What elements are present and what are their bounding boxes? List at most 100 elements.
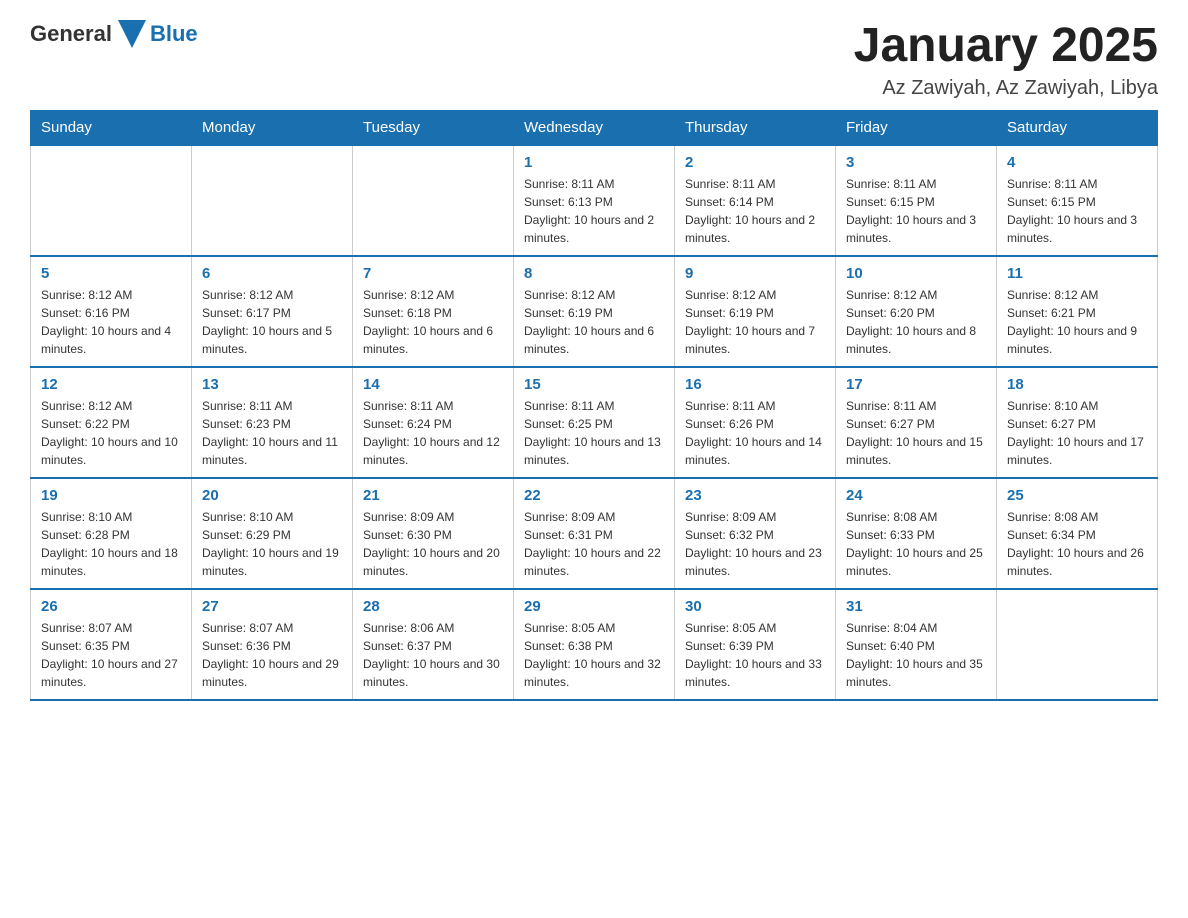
day-info: Sunrise: 8:11 AMSunset: 6:15 PMDaylight:… — [1007, 175, 1147, 247]
calendar-day-header: Thursday — [675, 110, 836, 145]
day-info: Sunrise: 8:10 AMSunset: 6:27 PMDaylight:… — [1007, 397, 1147, 469]
calendar-cell: 30 Sunrise: 8:05 AMSunset: 6:39 PMDayligh… — [675, 589, 836, 700]
day-info: Sunrise: 8:05 AMSunset: 6:38 PMDaylight:… — [524, 619, 664, 691]
day-number: 1 — [524, 154, 664, 171]
calendar-cell: 13Sunrise: 8:11 AMSunset: 6:23 PMDayligh… — [192, 367, 353, 478]
calendar-cell: 6 Sunrise: 8:12 AMSunset: 6:17 PMDaylight… — [192, 256, 353, 367]
calendar-week-row: 26 Sunrise: 8:07 AMSunset: 6:35 PMDayligh… — [31, 589, 1158, 700]
day-number: 26 — [41, 598, 181, 615]
calendar-week-row: 1 Sunrise: 8:11 AMSunset: 6:13 PMDaylight… — [31, 145, 1158, 256]
calendar-cell: 27 Sunrise: 8:07 AMSunset: 6:36 PMDayligh… — [192, 589, 353, 700]
calendar-cell — [192, 145, 353, 256]
day-number: 24 — [846, 487, 986, 504]
day-number: 10 — [846, 265, 986, 282]
day-info: Sunrise: 8:09 AMSunset: 6:30 PMDaylight:… — [363, 508, 503, 580]
day-info: Sunrise: 8:08 AMSunset: 6:34 PMDaylight:… — [1007, 508, 1147, 580]
page-header: General Blue January 2025 Az Zawiyah, Az… — [30, 20, 1158, 100]
calendar-cell: 17 Sunrise: 8:11 AMSunset: 6:27 PMDayligh… — [836, 367, 997, 478]
day-info: Sunrise: 8:05 AMSunset: 6:39 PMDaylight:… — [685, 619, 825, 691]
calendar-week-row: 5Sunrise: 8:12 AMSunset: 6:16 PMDaylight… — [31, 256, 1158, 367]
calendar-cell: 10 Sunrise: 8:12 AMSunset: 6:20 PMDayligh… — [836, 256, 997, 367]
day-number: 14 — [363, 376, 503, 393]
calendar-cell: 20Sunrise: 8:10 AMSunset: 6:29 PMDayligh… — [192, 478, 353, 589]
calendar-week-row: 19 Sunrise: 8:10 AMSunset: 6:28 PMDayligh… — [31, 478, 1158, 589]
day-info: Sunrise: 8:11 AMSunset: 6:15 PMDaylight:… — [846, 175, 986, 247]
day-number: 28 — [363, 598, 503, 615]
calendar-day-header: Tuesday — [353, 110, 514, 145]
calendar-cell: 7Sunrise: 8:12 AMSunset: 6:18 PMDaylight… — [353, 256, 514, 367]
day-info: Sunrise: 8:12 AMSunset: 6:22 PMDaylight:… — [41, 397, 181, 469]
day-info: Sunrise: 8:10 AMSunset: 6:28 PMDaylight:… — [41, 508, 181, 580]
calendar-cell — [31, 145, 192, 256]
location-title: Az Zawiyah, Az Zawiyah, Libya — [854, 77, 1158, 100]
day-info: Sunrise: 8:04 AMSunset: 6:40 PMDaylight:… — [846, 619, 986, 691]
day-info: Sunrise: 8:11 AMSunset: 6:14 PMDaylight:… — [685, 175, 825, 247]
calendar-cell: 14 Sunrise: 8:11 AMSunset: 6:24 PMDayligh… — [353, 367, 514, 478]
calendar-cell: 28 Sunrise: 8:06 AMSunset: 6:37 PMDayligh… — [353, 589, 514, 700]
calendar-cell: 29 Sunrise: 8:05 AMSunset: 6:38 PMDayligh… — [514, 589, 675, 700]
day-number: 16 — [685, 376, 825, 393]
day-number: 27 — [202, 598, 342, 615]
day-info: Sunrise: 8:12 AMSunset: 6:20 PMDaylight:… — [846, 286, 986, 358]
calendar-cell: 31 Sunrise: 8:04 AMSunset: 6:40 PMDayligh… — [836, 589, 997, 700]
calendar-cell — [353, 145, 514, 256]
title-section: January 2025 Az Zawiyah, Az Zawiyah, Lib… — [854, 20, 1158, 100]
day-number: 31 — [846, 598, 986, 615]
calendar-cell: 25 Sunrise: 8:08 AMSunset: 6:34 PMDayligh… — [997, 478, 1158, 589]
day-number: 25 — [1007, 487, 1147, 504]
day-info: Sunrise: 8:06 AMSunset: 6:37 PMDaylight:… — [363, 619, 503, 691]
day-number: 22 — [524, 487, 664, 504]
day-number: 23 — [685, 487, 825, 504]
day-info: Sunrise: 8:12 AMSunset: 6:19 PMDaylight:… — [524, 286, 664, 358]
day-info: Sunrise: 8:11 AMSunset: 6:13 PMDaylight:… — [524, 175, 664, 247]
day-number: 29 — [524, 598, 664, 615]
day-info: Sunrise: 8:09 AMSunset: 6:31 PMDaylight:… — [524, 508, 664, 580]
day-number: 4 — [1007, 154, 1147, 171]
day-number: 17 — [846, 376, 986, 393]
logo: General Blue — [30, 20, 198, 48]
day-info: Sunrise: 8:10 AMSunset: 6:29 PMDaylight:… — [202, 508, 342, 580]
day-info: Sunrise: 8:11 AMSunset: 6:24 PMDaylight:… — [363, 397, 503, 469]
day-number: 15 — [524, 376, 664, 393]
day-number: 19 — [41, 487, 181, 504]
calendar-cell: 3 Sunrise: 8:11 AMSunset: 6:15 PMDaylight… — [836, 145, 997, 256]
calendar-table: SundayMondayTuesdayWednesdayThursdayFrid… — [30, 110, 1158, 701]
day-number: 12 — [41, 376, 181, 393]
calendar-cell: 5Sunrise: 8:12 AMSunset: 6:16 PMDaylight… — [31, 256, 192, 367]
calendar-cell: 15 Sunrise: 8:11 AMSunset: 6:25 PMDayligh… — [514, 367, 675, 478]
logo-blue: Blue — [150, 21, 198, 47]
day-number: 13 — [202, 376, 342, 393]
day-number: 2 — [685, 154, 825, 171]
day-number: 18 — [1007, 376, 1147, 393]
calendar-cell: 1 Sunrise: 8:11 AMSunset: 6:13 PMDaylight… — [514, 145, 675, 256]
logo-icon — [118, 20, 146, 48]
calendar-cell: 26 Sunrise: 8:07 AMSunset: 6:35 PMDayligh… — [31, 589, 192, 700]
day-number: 9 — [685, 265, 825, 282]
calendar-day-header: Sunday — [31, 110, 192, 145]
day-info: Sunrise: 8:07 AMSunset: 6:35 PMDaylight:… — [41, 619, 181, 691]
day-number: 3 — [846, 154, 986, 171]
day-info: Sunrise: 8:07 AMSunset: 6:36 PMDaylight:… — [202, 619, 342, 691]
day-info: Sunrise: 8:12 AMSunset: 6:19 PMDaylight:… — [685, 286, 825, 358]
logo-general: General — [30, 21, 112, 47]
month-title: January 2025 — [854, 20, 1158, 73]
calendar-cell: 22 Sunrise: 8:09 AMSunset: 6:31 PMDayligh… — [514, 478, 675, 589]
day-info: Sunrise: 8:09 AMSunset: 6:32 PMDaylight:… — [685, 508, 825, 580]
calendar-cell: 9 Sunrise: 8:12 AMSunset: 6:19 PMDaylight… — [675, 256, 836, 367]
day-number: 8 — [524, 265, 664, 282]
day-info: Sunrise: 8:11 AMSunset: 6:26 PMDaylight:… — [685, 397, 825, 469]
day-info: Sunrise: 8:12 AMSunset: 6:17 PMDaylight:… — [202, 286, 342, 358]
calendar-cell: 18 Sunrise: 8:10 AMSunset: 6:27 PMDayligh… — [997, 367, 1158, 478]
day-number: 6 — [202, 265, 342, 282]
calendar-cell: 4 Sunrise: 8:11 AMSunset: 6:15 PMDaylight… — [997, 145, 1158, 256]
day-info: Sunrise: 8:11 AMSunset: 6:27 PMDaylight:… — [846, 397, 986, 469]
calendar-cell — [997, 589, 1158, 700]
calendar-cell: 12 Sunrise: 8:12 AMSunset: 6:22 PMDayligh… — [31, 367, 192, 478]
day-number: 21 — [363, 487, 503, 504]
calendar-day-header: Wednesday — [514, 110, 675, 145]
day-number: 30 — [685, 598, 825, 615]
calendar-cell: 8 Sunrise: 8:12 AMSunset: 6:19 PMDaylight… — [514, 256, 675, 367]
day-info: Sunrise: 8:11 AMSunset: 6:25 PMDaylight:… — [524, 397, 664, 469]
day-info: Sunrise: 8:12 AMSunset: 6:16 PMDaylight:… — [41, 286, 181, 358]
calendar-cell: 19 Sunrise: 8:10 AMSunset: 6:28 PMDayligh… — [31, 478, 192, 589]
